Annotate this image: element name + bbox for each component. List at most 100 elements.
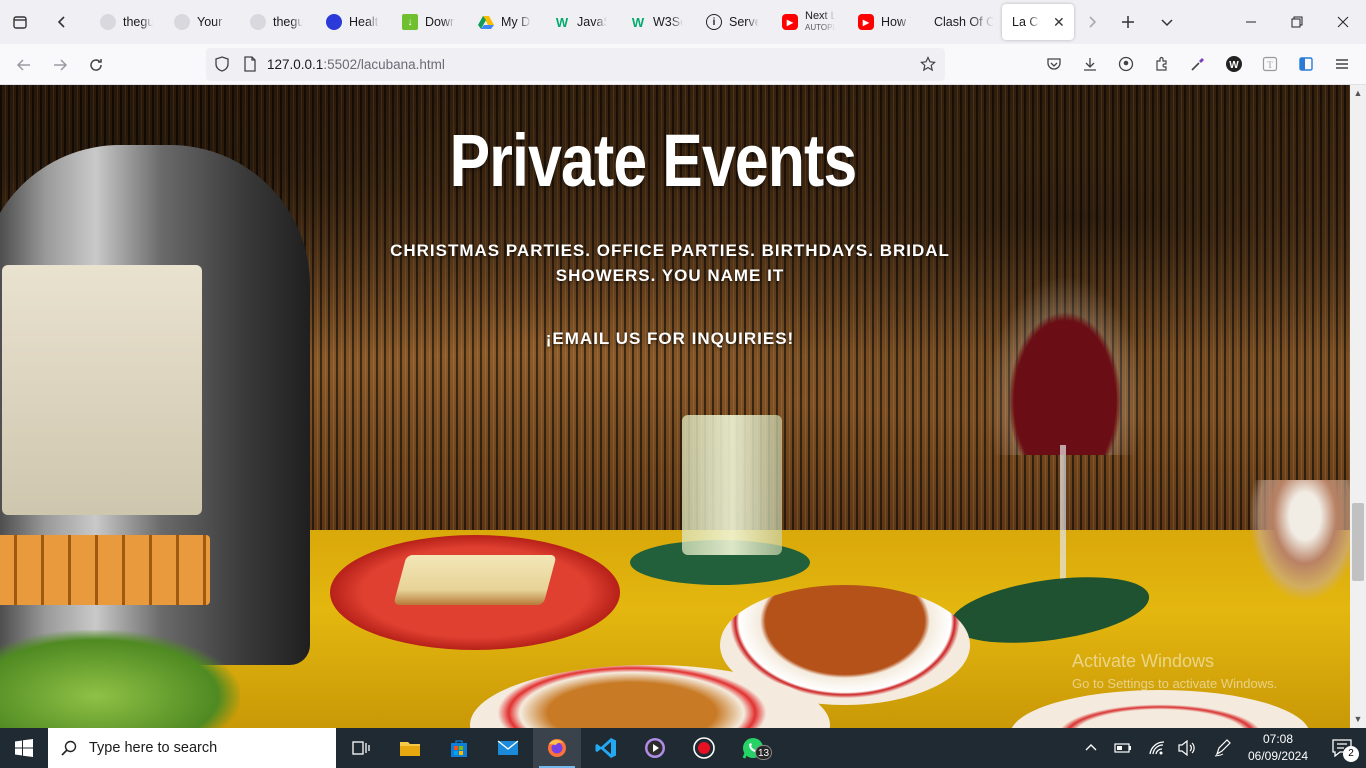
pen-workspace-button[interactable] — [1210, 728, 1236, 768]
volume-button[interactable] — [1174, 728, 1200, 768]
account-icon[interactable] — [1116, 54, 1136, 74]
forward-button[interactable] — [45, 50, 75, 80]
close-tab-icon[interactable]: ✕ — [1053, 14, 1065, 31]
tab-clash-of-c[interactable]: Clash Of C — [924, 4, 1000, 40]
github-icon — [174, 14, 190, 30]
tab-server[interactable]: i Server — [696, 4, 772, 40]
extensions-icon[interactable] — [1152, 54, 1172, 74]
salad — [0, 630, 240, 728]
tab-list: thegu Your R thegu Health ↓ Down My Dr W… — [86, 4, 1086, 40]
search-placeholder: Type here to search — [89, 740, 218, 756]
svg-text:W: W — [1229, 60, 1239, 71]
translate-icon[interactable]: T — [1260, 54, 1280, 74]
chevron-up-icon — [1085, 744, 1097, 751]
folder-icon — [400, 742, 420, 756]
tab-label: JavaSc — [577, 15, 607, 29]
screen-recorder-button[interactable] — [680, 728, 728, 768]
wappalyzer-icon[interactable]: W — [1224, 54, 1244, 74]
download-icon: ↓ — [402, 14, 418, 30]
minimize-icon — [1246, 21, 1256, 23]
scroll-tabs-left-button[interactable] — [46, 6, 78, 38]
address-bar[interactable]: 127.0.0.1:5502/lacubana.html — [206, 48, 945, 81]
firefox-icon — [548, 739, 566, 757]
vscode-button[interactable] — [582, 728, 630, 768]
close-window-button[interactable] — [1320, 0, 1366, 44]
file-explorer-button[interactable] — [386, 728, 434, 768]
network-button[interactable] — [1144, 728, 1170, 768]
minimize-button[interactable] — [1228, 0, 1274, 44]
back-button[interactable] — [9, 50, 39, 80]
taskbar-clock[interactable]: 07:08 06/09/2024 — [1244, 731, 1312, 765]
speaker-icon — [1178, 740, 1195, 756]
tab-thegu-2[interactable]: thegu — [240, 4, 316, 40]
firefox-taskbar-button[interactable] — [533, 728, 581, 768]
shield-icon[interactable] — [214, 56, 230, 72]
notification-center-button[interactable]: 2 — [1318, 728, 1366, 768]
mail-button[interactable] — [484, 728, 532, 768]
tab-w3schools[interactable]: W W3Scl — [620, 4, 696, 40]
reload-button[interactable] — [81, 50, 111, 80]
jukebox-keys — [0, 535, 210, 605]
microsoft-store-button[interactable] — [435, 728, 483, 768]
tab-label: La Cub — [1012, 15, 1040, 29]
jukebox — [0, 145, 310, 665]
scrollbar-thumb[interactable] — [1352, 503, 1364, 581]
record-icon — [693, 737, 715, 759]
pocket-icon[interactable] — [1044, 54, 1064, 74]
whatsapp-button[interactable]: 13 — [729, 728, 777, 768]
url-path: :5502/lacubana.html — [323, 57, 445, 72]
pen-icon — [1214, 739, 1231, 757]
taskbar-search-box[interactable]: Type here to search — [48, 728, 336, 768]
tab-thegu-1[interactable]: thegu — [90, 4, 164, 40]
tab-javascript[interactable]: W JavaSc — [544, 4, 620, 40]
start-button[interactable] — [0, 728, 48, 768]
page-icon[interactable] — [242, 56, 258, 72]
new-tab-button[interactable] — [1112, 6, 1144, 38]
restore-button[interactable] — [1274, 0, 1320, 44]
tab-next-l[interactable]: ▶ Next L AUTOPL — [772, 4, 848, 40]
mojito-glass — [682, 415, 782, 555]
page-viewport: Private Events CHRISTMAS PARTIES. OFFICE… — [0, 85, 1350, 728]
email-inquiries-text: ¡EMAIL US FOR INQUIRIES! — [545, 329, 795, 348]
battery-button[interactable] — [1110, 728, 1136, 768]
sidebar-icon[interactable] — [1296, 54, 1316, 74]
tab-health[interactable]: Health — [316, 4, 392, 40]
eyedropper-icon[interactable] — [1188, 54, 1208, 74]
chevron-left-icon — [57, 16, 65, 28]
list-all-tabs-button[interactable] — [1151, 6, 1183, 38]
tab-strip: thegu Your R thegu Health ↓ Down My Dr W… — [0, 0, 1366, 44]
task-view-button[interactable] — [336, 728, 384, 768]
scroll-up-arrow-icon[interactable]: ▲ — [1353, 88, 1363, 98]
page-title: Private Events — [449, 119, 858, 202]
tab-overview-button[interactable] — [4, 6, 36, 38]
scroll-down-arrow-icon[interactable]: ▼ — [1353, 714, 1363, 724]
w3schools-icon: W — [631, 14, 645, 30]
arrow-left-icon — [16, 59, 30, 71]
tab-download[interactable]: ↓ Down — [392, 4, 468, 40]
tab-la-cubana[interactable]: La Cub ✕ — [1002, 4, 1074, 40]
tab-label: thegu — [123, 15, 153, 29]
menu-icon[interactable] — [1332, 54, 1352, 74]
tab-how-t[interactable]: ▶ How T — [848, 4, 924, 40]
youtube-icon: ▶ — [782, 14, 798, 30]
tab-your-r[interactable]: Your R — [164, 4, 240, 40]
url-text[interactable]: 127.0.0.1:5502/lacubana.html — [267, 57, 445, 72]
media-player-button[interactable] — [631, 728, 679, 768]
url-host: 127.0.0.1 — [267, 57, 324, 72]
events-subtitle: CHRISTMAS PARTIES. OFFICE PARTIES. BIRTH… — [390, 241, 950, 285]
wifi-icon — [1149, 741, 1165, 755]
mail-icon — [497, 740, 519, 755]
download-icon[interactable] — [1080, 54, 1100, 74]
bookmark-star-icon[interactable] — [920, 56, 936, 72]
scroll-tabs-right-button[interactable] — [1076, 6, 1108, 38]
show-hidden-icons-button[interactable] — [1080, 728, 1102, 768]
tab-label: Clash Of C — [934, 15, 994, 29]
google-drive-icon — [478, 14, 494, 30]
wine-glass — [985, 275, 1145, 455]
youtube-icon: ▶ — [858, 14, 874, 30]
tab-my-drive[interactable]: My Dr — [468, 4, 544, 40]
page-scrollbar[interactable]: ▲ ▼ — [1350, 85, 1366, 728]
store-icon — [451, 740, 467, 757]
watermark-subtitle: Go to Settings to activate Windows. — [1072, 676, 1278, 691]
tab-label: Next L AUTOPL — [805, 11, 835, 32]
